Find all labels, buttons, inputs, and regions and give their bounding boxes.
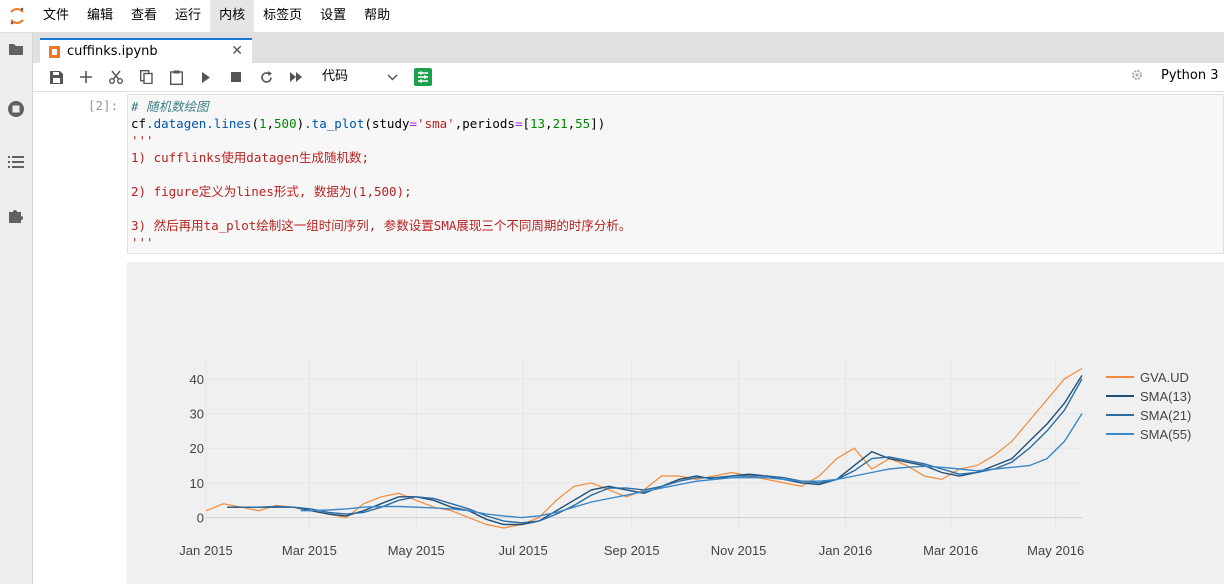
- code-line: ''': [131, 235, 154, 250]
- cut-icon[interactable]: [106, 67, 126, 87]
- code-line: 1) cufflinks使用datagen生成随机数;: [131, 150, 370, 165]
- cell-prompt: [2]:: [88, 98, 119, 113]
- gear-icon: [1131, 69, 1143, 85]
- extension-icon[interactable]: [6, 205, 26, 225]
- menu-file[interactable]: 文件: [34, 0, 78, 32]
- copy-icon[interactable]: [136, 67, 156, 87]
- menu-help[interactable]: 帮助: [355, 0, 399, 32]
- chevron-down-icon[interactable]: [387, 67, 398, 91]
- fast-forward-icon[interactable]: [286, 67, 306, 87]
- code-line: 3) 然后再用ta_plot绘制这一组时间序列, 参数设置SMA展现三个不同周期…: [131, 218, 632, 233]
- running-icon[interactable]: [6, 99, 26, 119]
- property-inspector-icon[interactable]: [413, 67, 433, 87]
- jupyter-logo-icon: [0, 0, 34, 32]
- kernel-name[interactable]: Python 3: [1161, 68, 1218, 83]
- notebook-icon: [49, 45, 60, 58]
- code-line: ''': [131, 133, 154, 148]
- code-line: # 随机数绘图: [131, 99, 209, 114]
- menu-edit[interactable]: 编辑: [78, 0, 122, 32]
- menu-settings[interactable]: 设置: [311, 0, 355, 32]
- menu-view[interactable]: 查看: [122, 0, 166, 32]
- menu-kernel[interactable]: 内核: [210, 0, 255, 32]
- add-cell-icon[interactable]: [76, 67, 96, 87]
- toc-icon[interactable]: [6, 152, 26, 172]
- run-icon[interactable]: [196, 67, 216, 87]
- menu-tabs[interactable]: 标签页: [254, 0, 311, 32]
- close-icon[interactable]: ✕: [231, 43, 243, 59]
- paste-icon[interactable]: [166, 67, 186, 87]
- save-icon[interactable]: [46, 67, 66, 87]
- folder-icon[interactable]: [6, 39, 26, 59]
- menubar: 文件 编辑 查看 运行 内核 标签页 设置 帮助: [0, 0, 1224, 33]
- code-editor[interactable]: # 随机数绘图 cf.datagen.lines(1,500).ta_plot(…: [131, 98, 631, 251]
- tab-title: cuffinks.ipynb: [67, 44, 158, 59]
- left-sidebar: [0, 33, 33, 584]
- code-line: cf.datagen.lines(1,500).ta_plot(study='s…: [131, 116, 606, 131]
- notebook-toolbar: 代码 Python 3: [33, 63, 1224, 92]
- code-line: 2) figure定义为lines形式, 数据为(1,500);: [131, 184, 412, 199]
- stop-icon[interactable]: [226, 67, 246, 87]
- notebook-tab[interactable]: cuffinks.ipynb ✕: [40, 38, 252, 63]
- menu-run[interactable]: 运行: [166, 0, 210, 32]
- cell-output: [127, 262, 1224, 584]
- restart-icon[interactable]: [256, 67, 276, 87]
